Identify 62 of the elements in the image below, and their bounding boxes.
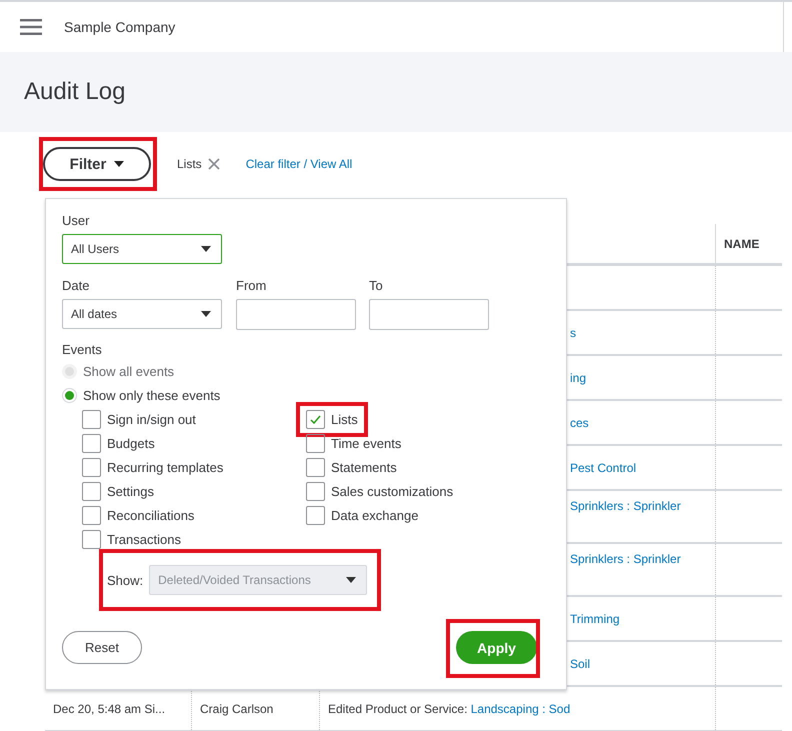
checkbox-label: Sales customizations bbox=[331, 484, 454, 498]
checkbox[interactable] bbox=[306, 482, 325, 500]
input-field[interactable] bbox=[369, 299, 489, 330]
checkbox-label: Transactions bbox=[107, 532, 181, 546]
checkbox[interactable] bbox=[82, 530, 101, 548]
table-cell: Edited Product or Service: Landscaping : Sod bbox=[328, 702, 570, 716]
menu-icon[interactable] bbox=[20, 19, 42, 35]
checkbox-label: Recurring templates bbox=[107, 460, 224, 474]
table-cell: Craig Carlson bbox=[200, 702, 274, 716]
field-label: Show: bbox=[107, 572, 144, 588]
input-field[interactable] bbox=[236, 299, 356, 330]
item-link[interactable]: Sprinklers : Sprinkler bbox=[570, 499, 681, 513]
checkbox-label: Lists bbox=[331, 412, 358, 426]
reset-button[interactable]: Reset bbox=[62, 631, 142, 664]
caret-icon bbox=[346, 577, 356, 583]
radio-label: Show only these events bbox=[83, 388, 220, 402]
checkbox-label: Settings bbox=[107, 484, 154, 498]
item-link[interactable]: Landscaping : Sod bbox=[470, 702, 570, 716]
checkbox[interactable] bbox=[306, 506, 325, 524]
section-label: Events bbox=[62, 342, 103, 357]
checkbox[interactable] bbox=[306, 458, 325, 476]
checkbox[interactable] bbox=[82, 410, 101, 428]
page-title: Audit Log bbox=[24, 78, 126, 106]
column-header: NAME bbox=[724, 236, 760, 250]
item-link[interactable]: ing bbox=[570, 370, 586, 384]
filter-button[interactable]: Filter bbox=[43, 147, 151, 181]
checkbox[interactable] bbox=[82, 482, 101, 500]
radio-button[interactable] bbox=[62, 388, 77, 402]
checkbox-label: Statements bbox=[331, 460, 397, 474]
checkbox-label: Reconciliations bbox=[107, 508, 194, 522]
item-link[interactable]: Pest Control bbox=[570, 460, 636, 474]
table-cell: Dec 20, 5:48 am Si... bbox=[53, 702, 166, 716]
checkbox[interactable] bbox=[306, 410, 325, 428]
checkbox[interactable] bbox=[82, 458, 101, 476]
checkbox-label: Data exchange bbox=[331, 508, 418, 522]
field-label: Date bbox=[62, 278, 90, 293]
item-link[interactable]: Soil bbox=[570, 656, 590, 670]
filter-label: Lists bbox=[177, 157, 202, 171]
date-dropdown[interactable]: All dates bbox=[62, 299, 222, 329]
caret-icon bbox=[114, 161, 124, 167]
item-link[interactable]: s bbox=[570, 326, 576, 340]
caret-icon bbox=[201, 246, 211, 252]
field-label: User bbox=[62, 213, 90, 228]
close-icon[interactable] bbox=[208, 158, 220, 170]
field-label: To bbox=[369, 278, 384, 293]
checkbox[interactable] bbox=[306, 434, 325, 452]
user-dropdown[interactable]: All Users bbox=[62, 234, 222, 264]
checkbox-label: Budgets bbox=[107, 436, 155, 450]
item-link[interactable]: ces bbox=[570, 416, 589, 430]
checkbox[interactable] bbox=[82, 434, 101, 452]
checkbox-label: Time events bbox=[331, 436, 402, 450]
clear-filter-link[interactable]: Clear filter / View All bbox=[246, 157, 352, 171]
checkbox[interactable] bbox=[82, 506, 101, 524]
radio-label: Show all events bbox=[83, 364, 174, 378]
check-icon bbox=[310, 414, 321, 424]
item-link[interactable]: Sprinklers : Sprinkler bbox=[570, 552, 681, 566]
item-link[interactable]: Trimming bbox=[570, 612, 620, 626]
checkbox-item[interactable]: Lists bbox=[296, 402, 368, 436]
field-label: From bbox=[236, 278, 268, 293]
checkbox-label: Sign in/sign out bbox=[107, 412, 196, 426]
caret-icon bbox=[201, 311, 211, 317]
company-name: Sample Company bbox=[64, 19, 176, 35]
